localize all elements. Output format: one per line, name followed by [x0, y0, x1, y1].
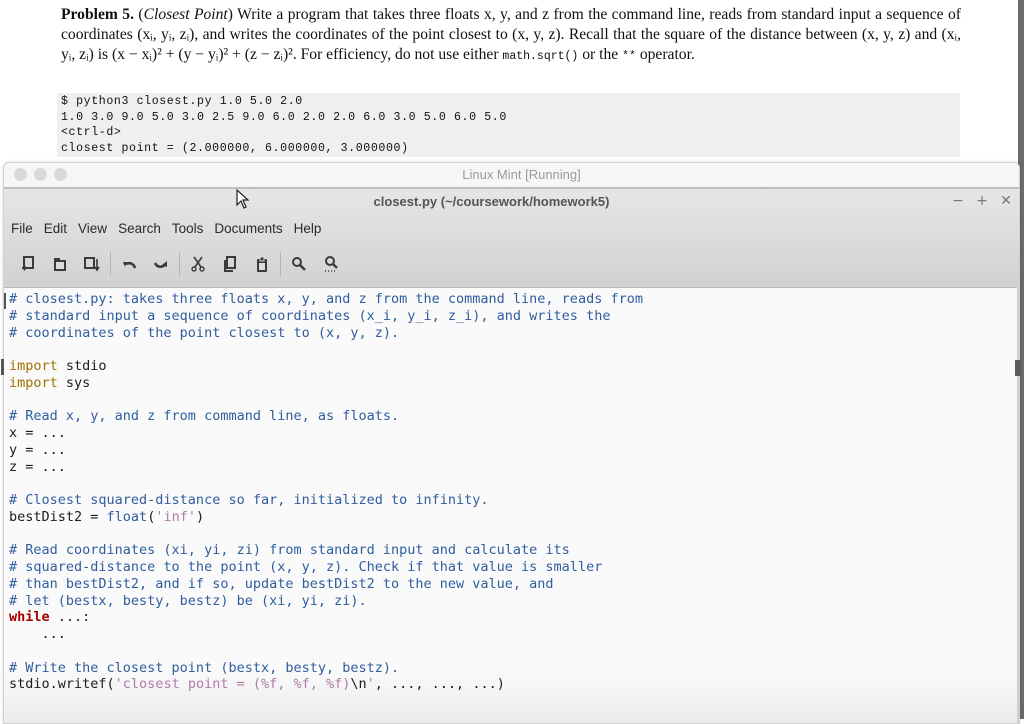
problem-text-or: or the	[582, 46, 619, 63]
code-line: # standard input a sequence of coordinat…	[9, 307, 611, 324]
vm-titlebar[interactable]: Linux Mint [Running]	[4, 163, 1019, 189]
code-line: ...	[9, 626, 66, 642]
toolbar	[4, 249, 1019, 279]
example-console-output: $ python3 closest.py 1.0 5.0 2.0 1.0 3.0 …	[57, 93, 960, 157]
toolbar-separator	[179, 252, 180, 276]
escape-sequence: \n	[350, 676, 367, 693]
undo-button[interactable]	[113, 250, 145, 278]
console-line: $ python3 closest.py 1.0 5.0 2.0	[61, 95, 303, 108]
code-text: bestDist2 =	[9, 508, 107, 525]
minimize-button[interactable]: −	[951, 193, 965, 209]
code-line: # squared-distance to the point (x, y, z…	[9, 559, 603, 575]
code-line: x = ...	[9, 425, 66, 441]
menu-search[interactable]: Search	[111, 219, 165, 239]
gedit-window: closest.py (~/coursework/homework5) − + …	[1, 189, 1021, 723]
menu-help[interactable]: Help	[287, 219, 326, 239]
code-line: import sys	[9, 375, 1017, 392]
code-line: # than bestDist2, and if so, update best…	[9, 575, 554, 592]
save-icon	[84, 257, 100, 272]
toolbar-separator	[110, 252, 111, 276]
code-line: z = ...	[9, 458, 66, 475]
console-line: 1.0 3.0 9.0 5.0 3.0 2.5 9.0 6.0 2.0 2.0 …	[61, 110, 507, 124]
keyword: while	[9, 609, 50, 626]
console-line: <ctrl-d>	[61, 126, 122, 140]
save-button[interactable]	[76, 250, 108, 278]
cut-button[interactable]	[182, 250, 214, 278]
code-line: # Read coordinates (xi, yi, zi) from sta…	[9, 542, 570, 559]
text-cursor	[4, 293, 6, 309]
builtin-function: float	[106, 508, 148, 525]
editor-title: closest.py (~/coursework/homework5)	[373, 194, 610, 209]
string-literal: 'inf'	[155, 508, 196, 525]
open-button[interactable]	[44, 250, 76, 278]
code-line: # Write the closest point (bestx, besty,…	[9, 659, 400, 676]
redo-icon	[153, 261, 167, 269]
problem-statement: Problem 5. (Closest Point) Write a progr…	[61, 6, 961, 63]
vm-title: Linux Mint [Running]	[462, 167, 581, 182]
power-operator-code: **	[622, 50, 636, 63]
scrollbar-thumb[interactable]	[1015, 360, 1021, 376]
find-button[interactable]	[283, 250, 315, 278]
open-icon	[54, 258, 66, 271]
code-text: ...:	[49, 609, 91, 626]
new-document-button[interactable]	[12, 250, 44, 278]
paste-button[interactable]	[246, 250, 278, 278]
mouse-pointer-icon	[236, 189, 250, 209]
menu-tools[interactable]: Tools	[165, 219, 208, 239]
redo-button[interactable]	[145, 250, 177, 278]
menubar: File Edit View Search Tools Documents He…	[4, 219, 325, 239]
code-line: bestDist2 = float('inf')	[9, 509, 1017, 526]
copy-icon	[224, 256, 236, 272]
menu-file[interactable]: File	[4, 219, 37, 239]
code-editor[interactable]: # closest.py: takes three floats x, y, a…	[1, 287, 1021, 723]
problem-title: Closest Point	[143, 6, 228, 23]
virtualbox-window: Linux Mint [Running] closest.py (~/cours…	[1, 162, 1021, 724]
keyword: import	[9, 374, 58, 391]
code-line: while ...:	[9, 609, 1017, 626]
new-document-icon	[22, 256, 34, 271]
menu-edit[interactable]: Edit	[37, 219, 71, 239]
problem-label: Problem 5.	[61, 6, 134, 23]
code-text: )	[195, 508, 205, 525]
search-icon	[292, 257, 306, 271]
string-literal: '	[366, 676, 375, 693]
menu-documents[interactable]: Documents	[207, 219, 286, 239]
paste-icon	[257, 256, 267, 272]
problem-document: Problem 5. (Closest Point) Write a progr…	[0, 0, 1024, 165]
math-sqrt-code: math.sqrt()	[502, 50, 579, 63]
change-marker	[1, 359, 4, 375]
keyword: import	[9, 358, 58, 374]
window-controls: − + ✕	[951, 193, 1013, 209]
code-line: # Closest squared-distance so far, initi…	[9, 492, 489, 508]
undo-icon	[123, 261, 137, 269]
code-line: stdio.writef('closest point = (%f, %f, %…	[9, 676, 1017, 693]
code-text: stdio.writef(	[9, 676, 115, 693]
console-line: closest point = (2.000000, 6.000000, 3.0…	[61, 141, 409, 155]
string-literal: 'closest point = (%f, %f, %f)	[114, 676, 351, 693]
problem-text-end: operator.	[639, 46, 695, 63]
code-text: sys	[57, 374, 91, 391]
code-line: # coordinates of the point closest to (x…	[9, 324, 400, 341]
toolbar-separator	[280, 252, 281, 276]
find-replace-button[interactable]	[315, 250, 347, 278]
code-line: # let (bestx, besty, bestz) be (xi, yi, …	[9, 592, 367, 609]
search-replace-icon	[325, 256, 338, 272]
code-text: stdio	[57, 358, 107, 374]
copy-button[interactable]	[214, 250, 246, 278]
code-line: # Read x, y, and z from command line, as…	[9, 408, 400, 425]
menu-view[interactable]: View	[71, 219, 111, 239]
cut-icon	[191, 256, 205, 272]
close-button[interactable]: ✕	[999, 193, 1013, 209]
code-line: import stdio	[9, 358, 1017, 375]
maximize-button[interactable]: +	[975, 193, 989, 209]
code-line: y = ...	[9, 441, 66, 458]
code-line: # closest.py: takes three floats x, y, a…	[9, 291, 643, 307]
code-text: , ..., ..., ...)	[374, 676, 505, 693]
